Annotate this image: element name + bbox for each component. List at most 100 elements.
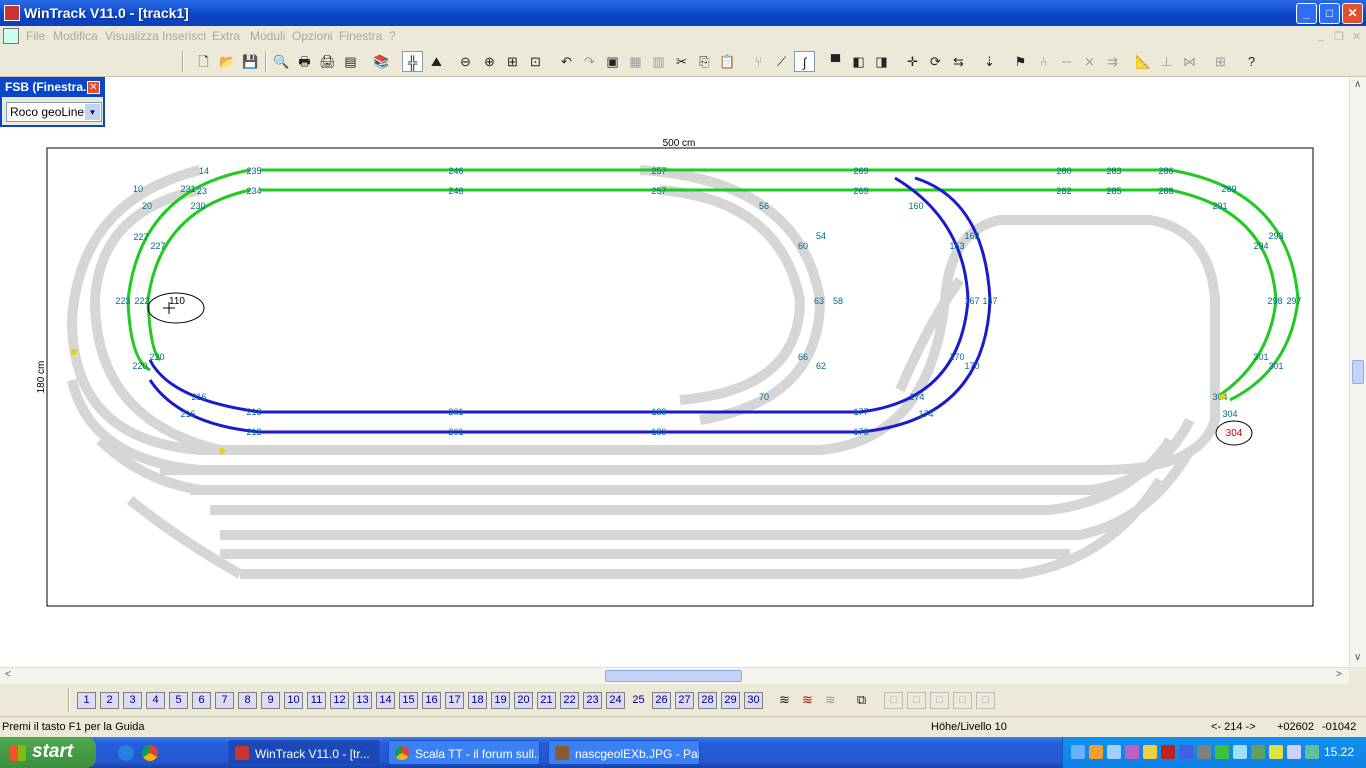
open-folder-icon[interactable]: 📂 [217, 51, 238, 72]
chrome-icon[interactable] [142, 745, 158, 761]
track-view-icon[interactable]: ╬ [402, 51, 423, 72]
layer-button-9[interactable]: 9 [261, 692, 280, 709]
app-icon[interactable] [4, 5, 20, 21]
view-button-1[interactable]: □ [884, 692, 903, 709]
menu-modifica[interactable]: Modifica [53, 29, 98, 43]
menu-finestra[interactable]: Finestra [339, 29, 382, 43]
paste-block-icon[interactable]: ▥ [648, 51, 669, 72]
vertical-scrollbar[interactable]: ∧ ∨ [1349, 77, 1366, 667]
rotate-icon[interactable]: ⟳ [925, 51, 946, 72]
print-icon[interactable]: 🖶 [294, 51, 315, 72]
track-join-icon[interactable]: ⇉ [1102, 51, 1123, 72]
layer-button-2[interactable]: 2 [100, 692, 119, 709]
layer-button-27[interactable]: 27 [675, 692, 694, 709]
layer-button-29[interactable]: 29 [721, 692, 740, 709]
zoom-in-icon[interactable]: ⊕ [479, 51, 500, 72]
layer-button-23[interactable]: 23 [583, 692, 602, 709]
tray-icon[interactable] [1233, 745, 1247, 759]
layer-button-17[interactable]: 17 [445, 692, 464, 709]
view-button-4[interactable]: □ [953, 692, 972, 709]
layer-button-16[interactable]: 16 [422, 692, 441, 709]
tray-icon[interactable] [1071, 745, 1085, 759]
view-button-2[interactable]: □ [907, 692, 926, 709]
tray-icon[interactable] [1269, 745, 1283, 759]
cut-icon[interactable]: ✂ [671, 51, 692, 72]
track-split-icon[interactable]: ⑃ [1033, 51, 1054, 72]
switch-icon[interactable]: ⑂ [748, 51, 769, 72]
drawing-canvas[interactable]: 500 cm 180 cm 14 235 246 257 269 280 283… [0, 77, 1349, 667]
shield-icon[interactable] [1143, 745, 1157, 759]
tray-icon[interactable] [1287, 745, 1301, 759]
ie-icon[interactable] [118, 745, 134, 761]
parts-list-icon[interactable]: ▤ [340, 51, 361, 72]
track-cross-icon[interactable]: ⨯ [1079, 51, 1100, 72]
scroll-up-icon[interactable]: ∧ [1354, 79, 1361, 90]
document-icon[interactable] [3, 28, 19, 44]
track-straight-icon[interactable]: ─ [1056, 51, 1077, 72]
layer-button-4[interactable]: 4 [146, 692, 165, 709]
layer-button-8[interactable]: 8 [238, 692, 257, 709]
tray-icon[interactable] [1161, 745, 1175, 759]
menu-opzioni[interactable]: Opzioni [292, 29, 333, 43]
context-help-icon[interactable]: ? [1241, 51, 1262, 72]
tray-icon[interactable] [1125, 745, 1139, 759]
view-button-3[interactable]: □ [930, 692, 949, 709]
menu-help[interactable]: ? [389, 29, 396, 43]
grid-icon[interactable]: ⊞ [1210, 51, 1231, 72]
bluetooth-icon[interactable] [1179, 745, 1193, 759]
layer-button-28[interactable]: 28 [698, 692, 717, 709]
network-icon[interactable] [1197, 745, 1211, 759]
layer-button-20[interactable]: 20 [514, 692, 533, 709]
tray-icon[interactable] [1251, 745, 1265, 759]
layer-button-15[interactable]: 15 [399, 692, 418, 709]
menu-file[interactable]: File [26, 29, 45, 43]
layer-button-24[interactable]: 24 [606, 692, 625, 709]
new-file-icon[interactable]: 🗋 [193, 51, 214, 72]
layer-button-18[interactable]: 18 [468, 692, 487, 709]
tray-icon[interactable] [1215, 745, 1229, 759]
track-system-select[interactable]: Roco geoLine H ▾ [6, 102, 102, 122]
report-icon[interactable]: ▣ [602, 51, 623, 72]
paste-icon[interactable]: 📋 [717, 51, 738, 72]
layer-button-6[interactable]: 6 [192, 692, 211, 709]
view-button-5[interactable]: □ [976, 692, 995, 709]
mdi-close-icon[interactable]: ✕ [1352, 30, 1361, 43]
print-setup-icon[interactable]: 🖨 [317, 51, 338, 72]
vertical-scroll-thumb[interactable] [1352, 360, 1364, 384]
minimize-button[interactable]: _ [1296, 3, 1317, 24]
start-button[interactable]: start [0, 737, 96, 768]
layers-move-icon[interactable]: ◨ [871, 51, 892, 72]
track-plan[interactable]: 500 cm 180 cm 14 235 246 257 269 280 283… [0, 77, 1349, 667]
layer-red-icon[interactable]: ▀ [825, 51, 846, 72]
horizontal-scrollbar[interactable]: < > [0, 667, 1349, 684]
print-preview-icon[interactable]: 🔍 [271, 51, 292, 72]
chevron-down-icon[interactable]: ▾ [85, 104, 100, 120]
layers-red-icon[interactable]: ≋ [797, 689, 818, 710]
copy-icon[interactable]: ⎘ [694, 51, 715, 72]
scroll-right-icon[interactable]: > [1336, 669, 1342, 680]
maximize-button[interactable]: □ [1319, 3, 1340, 24]
menu-extra[interactable]: Extra [212, 29, 240, 43]
scroll-down-icon[interactable]: ∨ [1354, 652, 1361, 663]
distribute-icon[interactable]: ⋈ [1179, 51, 1200, 72]
layer-button-30[interactable]: 30 [744, 692, 763, 709]
layer-button-7[interactable]: 7 [215, 692, 234, 709]
scroll-left-icon[interactable]: < [5, 669, 11, 680]
zoom-out-icon[interactable]: ⊖ [455, 51, 476, 72]
layers-manage-icon[interactable]: ⧉ [851, 689, 872, 710]
layer-button-10[interactable]: 10 [284, 692, 303, 709]
measure-icon[interactable]: 📐 [1133, 51, 1154, 72]
layer-button-19[interactable]: 19 [491, 692, 510, 709]
volume-icon[interactable] [1305, 745, 1319, 759]
layer-button-3[interactable]: 3 [123, 692, 142, 709]
clock[interactable]: 15.22 [1324, 745, 1354, 759]
horizontal-scroll-thumb[interactable] [605, 670, 742, 682]
mdi-minimize-icon[interactable]: _ [1318, 30, 1324, 42]
rotate-180-icon[interactable]: ⇆ [948, 51, 969, 72]
undo-icon[interactable]: ↶ [556, 51, 577, 72]
task-chrome[interactable]: Scala TT - il forum sull... [388, 740, 540, 765]
layers-grey-icon[interactable]: ≋ [820, 689, 841, 710]
layer-button-12[interactable]: 12 [330, 692, 349, 709]
library-icon[interactable]: 📚 [371, 51, 392, 72]
layer-button-26[interactable]: 26 [652, 692, 671, 709]
